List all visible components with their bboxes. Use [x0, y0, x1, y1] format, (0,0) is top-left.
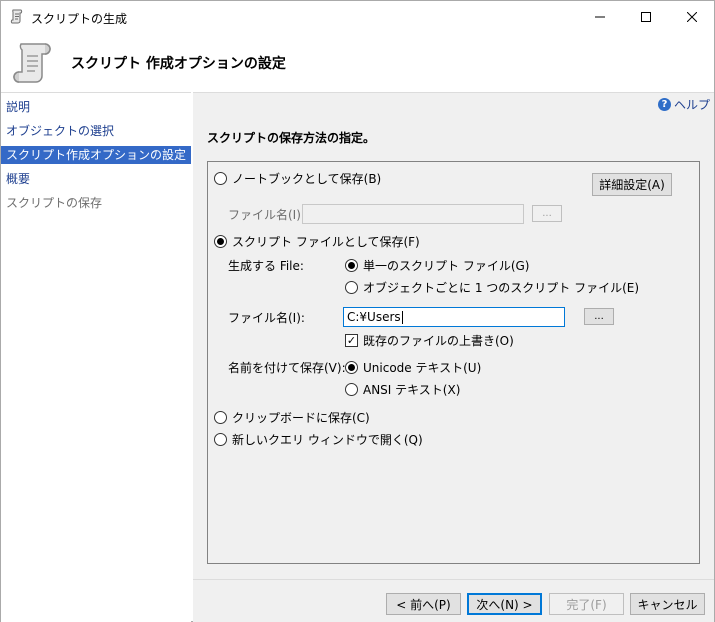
overwrite-checkbox-label: 既存のファイルの上書き(O) [363, 334, 514, 348]
check-icon[interactable]: ✓ [345, 334, 358, 347]
output-options-panel: ノートブックとして保存(B) 詳細設定(A) ファイル名(I): ... スクリ… [207, 161, 700, 564]
query-window-radio-label: 新しいクエリ ウィンドウで開く(Q) [232, 433, 423, 447]
scroll-icon [13, 43, 51, 83]
advanced-button[interactable]: 詳細設定(A) [592, 173, 672, 196]
wizard-steps-sidebar: 説明 オブジェクトの選択 スクリプト作成オプションの設定 概要 スクリプトの保存 [1, 92, 191, 622]
sidebar-item-save-scripts: スクリプトの保存 [6, 196, 103, 210]
notebook-browse-button: ... [532, 205, 562, 222]
close-button[interactable] [669, 1, 715, 32]
minimize-button[interactable] [577, 1, 623, 32]
maximize-icon [641, 11, 651, 22]
previous-button[interactable]: < 前へ(P) [386, 593, 461, 615]
filename-label: ファイル名(I): [228, 311, 305, 325]
filename-input[interactable]: C:¥Users [343, 307, 565, 327]
sidebar-item-choose-objects[interactable]: オブジェクトの選択 [1, 122, 191, 140]
help-label: ヘルプ [674, 98, 711, 112]
unicode-radio[interactable]: Unicode テキスト(U) [345, 359, 481, 376]
page-title: スクリプト 作成オプションの設定 [71, 56, 286, 72]
scroll-icon [10, 9, 23, 24]
maximize-button[interactable] [623, 1, 669, 32]
footer-divider [193, 579, 714, 580]
script-file-radio-circle[interactable] [214, 235, 227, 248]
sidebar-item-description[interactable]: 説明 [1, 98, 191, 116]
script-file-radio[interactable]: スクリプト ファイルとして保存(F) [214, 233, 420, 250]
notebook-filename-input [302, 204, 524, 224]
cancel-button[interactable]: キャンセル [630, 593, 705, 615]
notebook-radio-label: ノートブックとして保存(B) [232, 172, 382, 186]
overwrite-checkbox[interactable]: ✓ 既存のファイルの上書き(O) [345, 332, 514, 349]
generate-scripts-window: スクリプトの生成 スクリプト 作成オプションの設定 説明 オブジェクトの選択 ス… [0, 0, 715, 622]
single-file-radio-label: 単一のスクリプト ファイル(G) [363, 259, 530, 273]
main-content: ? ヘルプ スクリプトの保存方法の指定。 ノートブックとして保存(B) 詳細設定… [193, 92, 714, 622]
section-title: スクリプトの保存方法の指定。 [207, 131, 376, 145]
window-title: スクリプトの生成 [31, 12, 128, 26]
single-file-radio[interactable]: 単一のスクリプト ファイル(G) [345, 257, 529, 274]
next-button[interactable]: 次へ(N) > [467, 593, 542, 615]
clipboard-radio-label: クリップボードに保存(C) [232, 411, 370, 425]
minimize-icon [595, 16, 605, 17]
per-object-radio-circle[interactable] [345, 281, 358, 294]
ansi-radio-label: ANSI テキスト(X) [363, 383, 461, 397]
title-bar: スクリプトの生成 [1, 1, 714, 32]
wizard-header: スクリプト 作成オプションの設定 [1, 32, 714, 92]
notebook-filename-label: ファイル名(I): [228, 208, 305, 222]
filename-value: C:¥Users [347, 310, 401, 324]
query-window-radio[interactable]: 新しいクエリ ウィンドウで開く(Q) [214, 431, 423, 448]
clipboard-radio[interactable]: クリップボードに保存(C) [214, 409, 370, 426]
help-icon: ? [658, 98, 671, 111]
notebook-radio-circle[interactable] [214, 172, 227, 185]
close-icon [687, 11, 697, 22]
unicode-radio-label: Unicode テキスト(U) [363, 361, 482, 375]
browse-button[interactable]: ... [584, 308, 614, 325]
finish-button: 完了(F) [549, 593, 624, 615]
ansi-radio[interactable]: ANSI テキスト(X) [345, 381, 460, 398]
generate-file-label: 生成する File: [228, 259, 304, 273]
help-link[interactable]: ? ヘルプ [658, 96, 710, 113]
ansi-radio-circle[interactable] [345, 383, 358, 396]
per-object-radio[interactable]: オブジェクトごとに 1 つのスクリプト ファイル(E) [345, 279, 639, 296]
script-file-radio-label: スクリプト ファイルとして保存(F) [232, 235, 420, 249]
notebook-radio[interactable]: ノートブックとして保存(B) [214, 170, 381, 187]
sidebar-item-scripting-options[interactable]: スクリプト作成オプションの設定 [1, 146, 191, 164]
text-caret [401, 311, 403, 324]
unicode-radio-circle[interactable] [345, 361, 358, 374]
save-as-label: 名前を付けて保存(V): [228, 361, 346, 375]
clipboard-radio-circle[interactable] [214, 411, 227, 424]
single-file-radio-circle[interactable] [345, 259, 358, 272]
query-window-radio-circle[interactable] [214, 433, 227, 446]
sidebar-item-summary[interactable]: 概要 [1, 170, 191, 188]
per-object-radio-label: オブジェクトごとに 1 つのスクリプト ファイル(E) [363, 281, 640, 295]
